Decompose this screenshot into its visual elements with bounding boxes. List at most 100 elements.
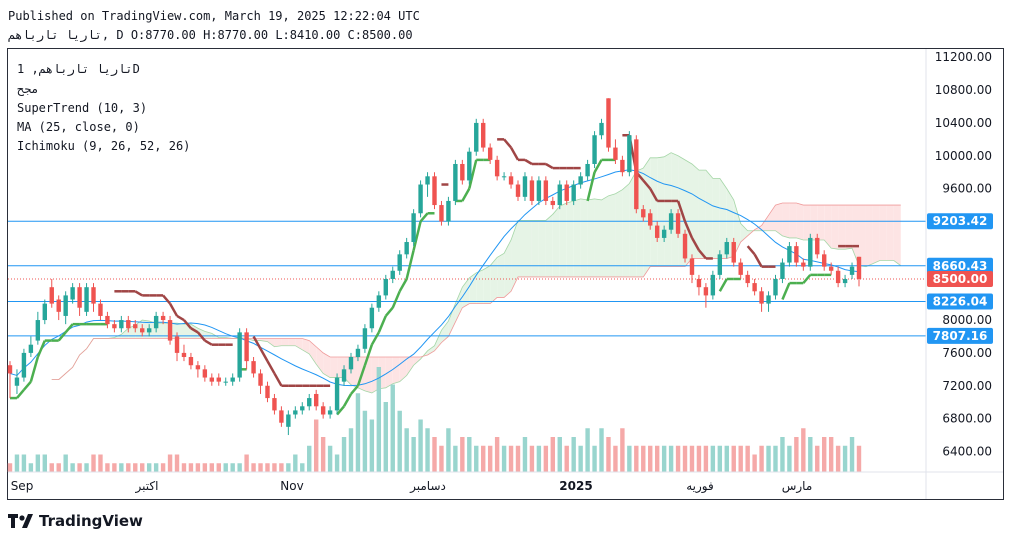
volume-bar: [355, 393, 361, 472]
cloud-segment: [768, 205, 776, 231]
volume-bar: [56, 463, 61, 472]
volume-bar: [787, 445, 792, 472]
candle-body: [822, 254, 827, 267]
volume-bar: [508, 445, 514, 472]
volume-bar: [383, 402, 388, 472]
candle-body: [815, 237, 820, 255]
candle-body: [717, 254, 723, 275]
volume-bar: [28, 463, 34, 472]
price-label: 8660.43: [933, 259, 988, 273]
volume-bar: [119, 463, 124, 472]
cloud-segment: [524, 220, 532, 277]
volume-bar: [773, 445, 778, 472]
legend-ichimoku[interactable]: Ichimoku (9, 26, 52, 26): [17, 139, 190, 154]
cloud-segment: [712, 178, 720, 259]
supertrend-segment: [509, 146, 520, 161]
volume-bar: [167, 454, 173, 472]
cloud-segment: [782, 203, 790, 238]
x-axis-label: مارس: [782, 479, 813, 494]
cloud-segment: [789, 203, 797, 238]
candle-body: [7, 365, 13, 374]
candle-body: [42, 303, 47, 321]
x-axis-label: 2025: [559, 479, 592, 493]
x-axis-label: دسامبر: [409, 479, 446, 494]
candle-body: [696, 278, 702, 288]
candle-body: [759, 291, 764, 304]
candle-body: [77, 287, 82, 308]
candle-body: [828, 266, 834, 271]
volume-bar: [696, 445, 702, 472]
volume-bar: [181, 463, 187, 472]
cloud-segment: [865, 205, 873, 267]
volume-bar: [668, 445, 674, 472]
candle-body: [327, 410, 333, 415]
supertrend-segment: [405, 249, 415, 280]
candle-body: [641, 209, 646, 218]
volume-bar: [35, 454, 41, 472]
tradingview-brand[interactable]: TradingView: [8, 512, 143, 530]
candle-body: [383, 278, 388, 296]
candle-body: [627, 135, 632, 173]
candle-body: [174, 336, 180, 353]
candle-body: [738, 262, 743, 275]
y-axis-tick: 6400.00: [942, 444, 992, 458]
volume-bar: [856, 445, 862, 472]
candle-body: [21, 352, 27, 378]
candle-body: [801, 262, 806, 267]
y-axis-tick: 7200.00: [942, 379, 992, 393]
candle-body: [508, 176, 514, 185]
candle-body: [244, 332, 249, 362]
candle-body: [835, 270, 841, 284]
cloud-segment: [838, 205, 846, 250]
candle-body: [397, 254, 402, 271]
y-axis-tick: 6800.00: [942, 412, 992, 426]
volume-bar: [105, 463, 110, 472]
candle-body: [307, 398, 312, 407]
volume-bar: [599, 428, 604, 472]
volume-bar: [606, 437, 611, 472]
candle-body: [474, 122, 479, 152]
volume-bar: [759, 445, 764, 472]
cloud-segment: [504, 239, 512, 298]
candle-body: [515, 184, 521, 197]
candle-body: [202, 369, 208, 378]
candle-body: [585, 163, 590, 177]
candle-body: [710, 274, 716, 296]
cloud-segment: [580, 198, 588, 277]
volume-bar: [794, 437, 799, 472]
candle-body: [703, 287, 709, 296]
volume-bar: [188, 463, 194, 472]
candle-body: [153, 315, 159, 329]
y-axis-tick: 9600.00: [942, 182, 992, 196]
legend-ma[interactable]: MA (25, close, 0): [17, 120, 140, 135]
volume-bar: [341, 437, 347, 472]
candle-body: [341, 369, 347, 382]
x-axis-label: اكتبر: [135, 479, 159, 494]
volume-bar: [620, 428, 625, 472]
candle-body: [313, 393, 319, 407]
cloud-segment: [608, 193, 616, 277]
volume-bar: [689, 445, 695, 472]
candle-body: [564, 184, 569, 201]
supertrend-segment: [718, 278, 728, 292]
supertrend-segment: [342, 393, 353, 407]
cloud-segment: [622, 183, 630, 277]
supertrend-segment: [134, 290, 143, 297]
volume-bar: [174, 454, 180, 472]
volume-bar: [835, 445, 841, 472]
candle-body: [251, 361, 256, 374]
cloud-segment: [657, 156, 665, 267]
price-chart[interactable]: 11200.00 10800.00 10400.00 10000.00 9600.00 8…: [0, 0, 1012, 541]
volume-bar: [474, 445, 479, 472]
supertrend-segment: [524, 158, 533, 166]
volume-bar: [703, 445, 709, 472]
legend-supertrend[interactable]: SuperTrend (10, 3): [17, 101, 147, 116]
volume-bar: [327, 445, 333, 472]
candle-body: [752, 283, 757, 292]
candle-body: [293, 410, 298, 415]
cloud-segment: [886, 205, 894, 261]
volume-bar: [717, 445, 723, 472]
candle-body: [849, 266, 855, 275]
volume-bar: [543, 445, 549, 472]
volume-bar: [42, 454, 47, 472]
